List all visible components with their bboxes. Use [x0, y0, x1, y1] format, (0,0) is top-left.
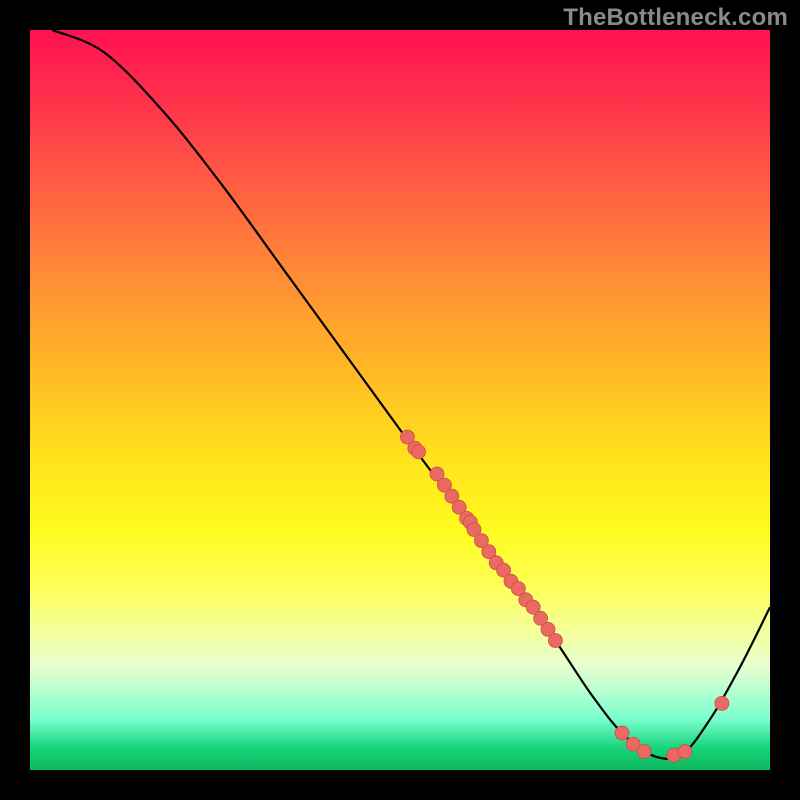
data-point [463, 515, 477, 529]
data-point [467, 523, 481, 537]
data-point [482, 545, 496, 559]
data-point [474, 534, 488, 548]
data-point [526, 600, 540, 614]
plot-area [30, 30, 770, 770]
data-point [667, 748, 681, 762]
watermark-text: TheBottleneck.com [563, 4, 788, 32]
data-point [637, 745, 651, 759]
data-point [437, 478, 451, 492]
data-points [400, 430, 729, 762]
data-point [504, 574, 518, 588]
data-point [615, 726, 629, 740]
data-point [626, 737, 640, 751]
data-point [511, 582, 525, 596]
data-point [548, 634, 562, 648]
data-point [452, 500, 466, 514]
data-point [497, 563, 511, 577]
data-point [412, 445, 426, 459]
data-point [678, 745, 692, 759]
data-point [408, 441, 422, 455]
data-point [400, 430, 414, 444]
data-point [460, 511, 474, 525]
chart-frame: TheBottleneck.com [0, 0, 800, 800]
data-point [445, 489, 459, 503]
data-point [534, 611, 548, 625]
bottleneck-curve [52, 30, 770, 759]
data-point [519, 593, 533, 607]
chart-svg [30, 30, 770, 770]
data-point [541, 622, 555, 636]
data-point [715, 696, 729, 710]
data-point [489, 556, 503, 570]
data-point [430, 467, 444, 481]
